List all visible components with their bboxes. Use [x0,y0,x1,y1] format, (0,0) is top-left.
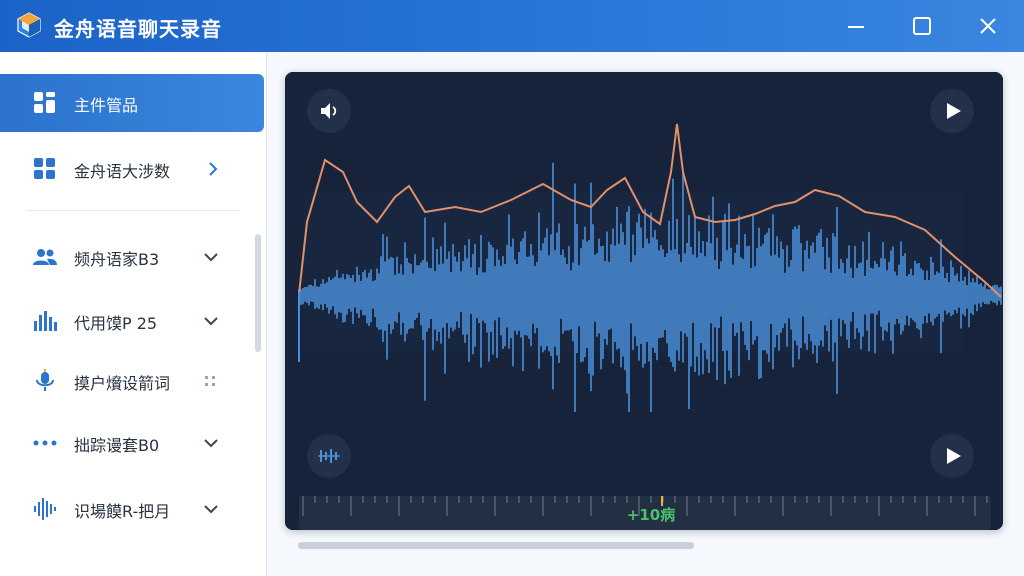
time-marker-label: +10病 [626,506,676,524]
horizontal-scrollbar[interactable] [298,542,694,549]
sidebar-item-2[interactable]: 频舟语家B3 [0,228,264,286]
chevron-down-icon [200,498,222,520]
sidebar-item-label: 频舟语家B3 [74,250,160,269]
app-title: 金舟语音聊天录音 [54,17,222,41]
sidebar-item-label: 摸户燲设箭词 [74,374,171,393]
sidebar-item-label: 拙踪谩套B0 [74,436,160,455]
app-window: 金舟语音聊天录音 主件管品 金舟语大涉数 频舟语家B3 代用馍P 25 摸户燲设… [0,0,1024,576]
maximize-icon [913,17,931,35]
sidebar-item-5[interactable]: 拙踪谩套B0 [0,414,264,472]
sidebar-item-1[interactable]: 金舟语大涉数 [0,140,264,198]
sidebar-item-6[interactable]: 识場饃R-把月 [0,480,264,538]
minimize-icon [848,26,864,28]
volume-button[interactable] [307,89,351,133]
sidebar-scrollbar[interactable] [255,234,261,352]
chevron-down-icon [200,246,222,268]
microphone-icon [32,369,58,393]
minimize-button[interactable] [840,10,872,42]
close-button[interactable] [972,10,1004,42]
play-button-top[interactable] [930,89,974,133]
dots-icon [202,370,224,392]
sidebar-item-3[interactable]: 代用馍P 25 [0,292,264,350]
sidebar-item-4[interactable]: 摸户燲设箭词 [0,352,264,410]
sidebar-item-label: 金舟语大涉数 [74,162,171,181]
volume-icon [321,103,337,119]
maximize-button[interactable] [906,10,938,42]
sidebar: 主件管品 金舟语大涉数 频舟语家B3 代用馍P 25 摸户燲设箭词 拙踪谩套B0… [0,52,267,576]
equalizer-button[interactable] [307,434,351,478]
equalizer-icon [318,449,340,463]
title-bar: 金舟语音聊天录音 [0,0,1024,52]
dots-icon [32,431,58,455]
chevron-down-icon [200,432,222,454]
chevron-right-icon [202,158,224,180]
sidebar-divider [26,210,240,211]
grid-icon [32,91,58,115]
chevron-down-icon [200,310,222,332]
play-icon [947,448,961,464]
sidebar-item-0[interactable]: 主件管品 [0,74,264,132]
app-logo-icon [16,12,42,38]
close-icon [980,18,996,34]
play-icon [947,103,961,119]
waveform-icon [32,497,58,521]
users-icon [32,245,58,269]
bars-chart-icon [32,309,58,333]
waveform-display[interactable] [285,72,1003,530]
sidebar-item-label: 识場饃R-把月 [74,502,171,521]
audio-editor-panel: +10病 [285,72,1003,530]
play-button-bottom[interactable] [930,434,974,478]
sidebar-item-label: 代用馍P 25 [74,314,158,333]
grid-icon [32,157,58,181]
sidebar-item-label: 主件管品 [74,96,139,115]
timeline-ruler[interactable]: +10病 [299,496,991,530]
